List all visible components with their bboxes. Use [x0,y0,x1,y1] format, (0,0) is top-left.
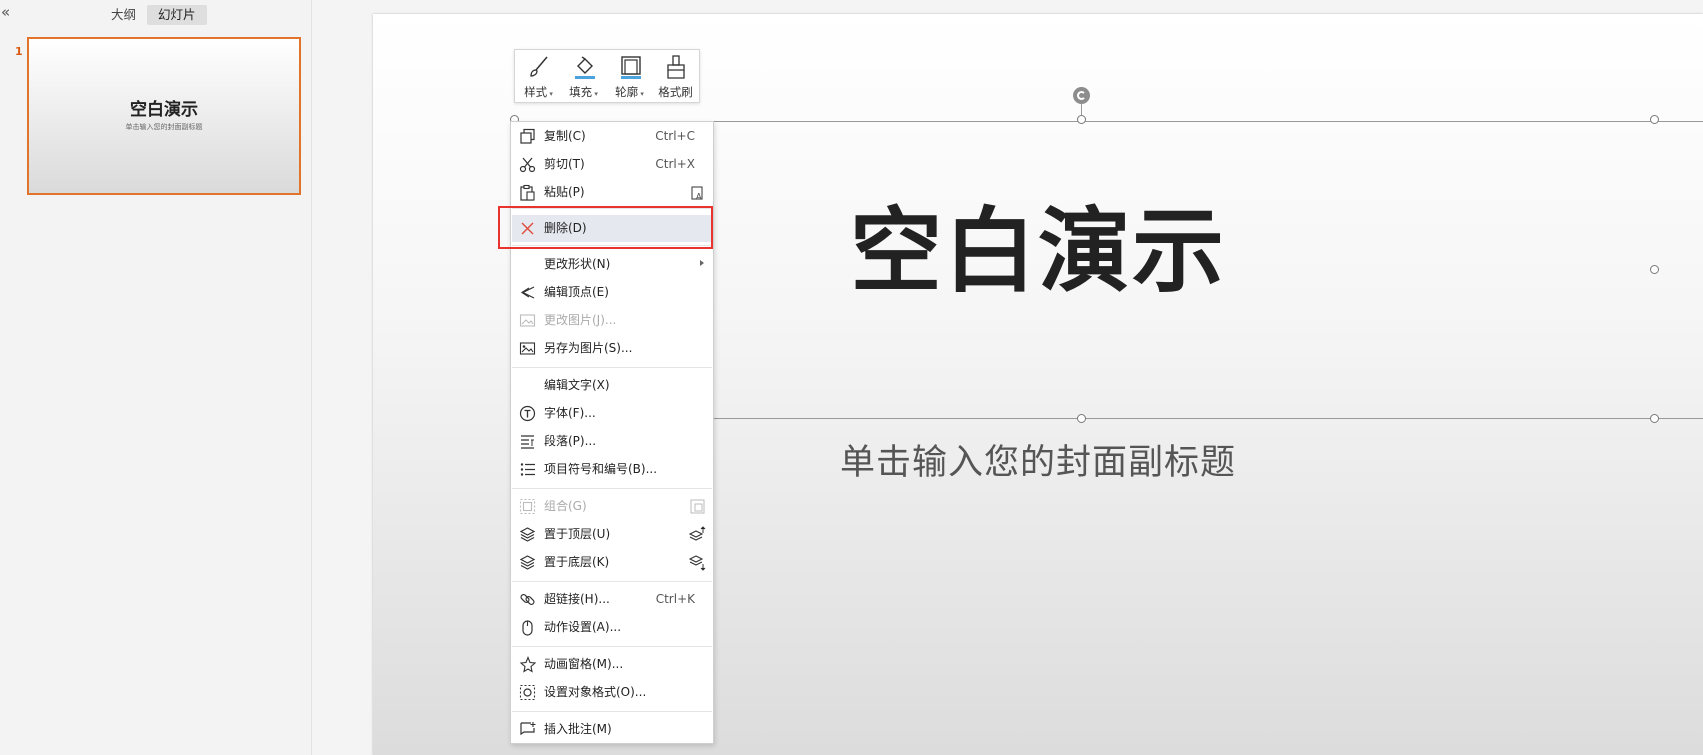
menu-label: 插入批注(M) [544,722,612,736]
menu-shortcut: Ctrl+C [655,129,695,143]
comment-add-icon [520,722,536,736]
menu-label: 更改图片(J)... [544,313,617,327]
paste-text-only-icon[interactable]: A [689,184,706,201]
menu-item-copy[interactable]: 复制(C) Ctrl+C [512,123,712,150]
menu-separator [512,646,712,647]
menu-item-paragraph[interactable]: 段落(P)... [512,428,712,455]
resize-handle-bottom[interactable] [1077,414,1086,423]
menu-label: 编辑顶点(E) [544,285,609,299]
menu-label: 设置对象格式(O)... [544,685,647,699]
menu-separator [512,488,712,489]
menu-label: 项目符号和编号(B)... [544,462,658,476]
send-backward-quick-icon[interactable] [689,554,706,571]
shape-outline-icon [621,56,641,79]
menu-label: 超链接(H)... [544,592,610,606]
font-circle-t-icon [519,405,536,422]
menu-label: 置于顶层(U) [544,527,611,541]
menu-item-send-to-back[interactable]: 置于底层(K) [512,549,712,576]
menu-item-save-as-picture[interactable]: 另存为图片(S)... [512,335,712,362]
fill-bucket-icon [575,56,595,79]
menu-item-font[interactable]: 字体(F)... [512,400,712,427]
bring-forward-quick-icon[interactable] [689,526,706,543]
resize-handle-top[interactable] [1077,115,1086,124]
layers-bottom-icon [519,555,536,570]
menu-item-change-shape[interactable]: 更改形状(N) [512,251,712,278]
format-painter-button[interactable]: 格式刷 [653,50,698,104]
format-object-icon [519,684,536,701]
menu-item-edit-points[interactable]: 编辑顶点(E) [512,279,712,306]
picture-icon [519,342,536,355]
mini-toolbar: 样式 ▾ 填充 ▾ 轮廓 ▾ 格式刷 [514,49,700,103]
copy-icon [520,128,535,144]
delete-highlight-annotation [498,206,713,249]
thumbnail-title: 空白演示 [130,100,198,120]
svg-text:A: A [696,192,702,201]
group-icon [519,498,536,515]
format-painter-label: 格式刷 [658,85,693,99]
menu-label: 粘贴(P) [544,185,585,199]
collapse-panel-icon[interactable]: « [1,3,15,21]
link-icon [520,593,535,606]
clipboard-paste-icon [520,184,535,201]
menu-item-hyperlink[interactable]: 超链接(H)... Ctrl+K [512,586,712,613]
menu-separator [512,711,712,712]
menu-separator [512,367,712,368]
fill-label: 填充 [569,85,593,99]
paragraph-icon [521,435,534,449]
thumbnail-subtitle: 单击输入您的封面副标题 [125,123,203,131]
change-picture-icon [519,314,536,327]
menu-item-animation-pane[interactable]: 动画窗格(M)... [512,651,712,678]
submenu-arrow-icon [700,260,704,266]
rotate-stem [1081,104,1082,115]
fill-button[interactable]: 填充 ▾ [561,50,606,104]
group-quick-icon [690,499,705,514]
menu-item-group[interactable]: 组合(G) [512,493,712,520]
resize-handle-bottom-right[interactable] [1650,414,1659,423]
bullet-list-icon [520,463,535,476]
scissors-icon [519,157,536,173]
mouse-icon [522,620,533,636]
menu-item-insert-comment[interactable]: 插入批注(M) [512,716,712,743]
menu-label: 另存为图片(S)... [544,341,633,355]
style-button[interactable]: 样式 ▾ [516,50,561,104]
menu-label: 编辑文字(X) [544,378,610,392]
menu-shortcut: Ctrl+K [655,592,695,606]
menu-label: 动作设置(A)... [544,620,622,634]
format-painter-icon [667,55,685,79]
menu-item-edit-text[interactable]: 编辑文字(X) [512,372,712,399]
layers-top-icon [519,527,536,542]
style-label: 样式 [524,85,548,99]
menu-label: 剪切(T) [544,157,585,171]
menu-separator [512,581,712,582]
menu-label: 更改形状(N) [544,257,611,271]
menu-item-bring-to-front[interactable]: 置于顶层(U) [512,521,712,548]
menu-label: 置于底层(K) [544,555,610,569]
menu-item-cut[interactable]: 剪切(T) Ctrl+X [512,151,712,178]
tab-slides[interactable]: 幻灯片 [147,5,207,25]
menu-label: 组合(G) [544,499,587,513]
outline-label: 轮廓 [615,85,639,99]
tab-outline[interactable]: 大纲 [100,5,147,25]
menu-label: 复制(C) [544,129,586,143]
animation-star-icon [519,656,536,673]
menu-label: 段落(P)... [544,434,597,448]
menu-item-paste[interactable]: 粘贴(P) A [512,179,712,206]
menu-shortcut: Ctrl+X [655,157,695,171]
menu-item-change-picture[interactable]: 更改图片(J)... [512,307,712,334]
edit-points-icon [520,286,535,299]
menu-label: 动画窗格(M)... [544,657,624,671]
menu-item-format-object[interactable]: 设置对象格式(O)... [512,679,712,706]
rotate-handle-icon[interactable] [1073,87,1090,104]
slide-number: 1 [15,45,23,58]
menu-item-action-settings[interactable]: 动作设置(A)... [512,614,712,641]
outline-button[interactable]: 轮廓 ▾ [607,50,652,104]
slide-thumbnail[interactable]: 空白演示 单击输入您的封面副标题 [27,37,301,195]
brush-style-icon [530,56,548,77]
resize-handle-right[interactable] [1650,265,1659,274]
menu-item-bullets[interactable]: 项目符号和编号(B)... [512,456,712,483]
resize-handle-top-right[interactable] [1650,115,1659,124]
menu-label: 字体(F)... [544,406,596,420]
slides-panel: « 大纲 幻灯片 1 空白演示 单击输入您的封面副标题 [0,0,312,755]
